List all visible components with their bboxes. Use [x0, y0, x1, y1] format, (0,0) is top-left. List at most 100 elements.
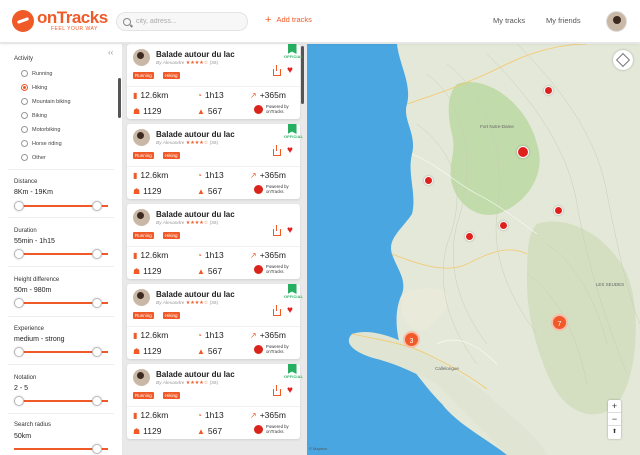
radio-icon[interactable]: [21, 126, 28, 133]
people-icon: ☗: [133, 106, 141, 116]
tag-hiking[interactable]: Hiking: [163, 232, 180, 239]
activity-other[interactable]: Other: [21, 154, 46, 161]
share-icon[interactable]: [273, 225, 281, 236]
track-card[interactable]: Balade autour du lac By Alexandre ★★★★☆ (…: [127, 124, 303, 199]
radius-slider[interactable]: [14, 443, 108, 455]
radio-icon[interactable]: [21, 70, 28, 77]
track-marker[interactable]: [499, 221, 508, 230]
slider-handle-min[interactable]: [14, 201, 24, 211]
slider-handle[interactable]: [92, 444, 102, 454]
track-card[interactable]: Balade autour du lac By Alexandre ★★★★☆ (…: [127, 204, 300, 279]
radio-icon[interactable]: [21, 98, 28, 105]
tag-hiking[interactable]: Hiking: [163, 392, 180, 399]
slider-handle-max[interactable]: [92, 249, 102, 259]
nav-my-friends[interactable]: My friends: [546, 16, 581, 25]
distance-slider[interactable]: [14, 200, 108, 212]
tag-running[interactable]: Running: [133, 392, 154, 399]
track-card[interactable]: Balade autour du lac By Alexandre ★★★★☆ (…: [127, 284, 303, 359]
author-avatar[interactable]: [133, 49, 150, 66]
duration-slider[interactable]: [14, 248, 108, 260]
cluster-marker[interactable]: 3: [403, 331, 420, 348]
layers-icon[interactable]: [613, 50, 633, 70]
slider-handle-min[interactable]: [14, 396, 24, 406]
zoom-out-button[interactable]: −: [608, 413, 621, 426]
heart-icon[interactable]: ♥: [287, 146, 293, 156]
zoom-in-button[interactable]: +: [608, 400, 621, 413]
slider-handle-max[interactable]: [92, 396, 102, 406]
author-avatar[interactable]: [133, 369, 150, 386]
user-avatar[interactable]: [606, 11, 627, 32]
collapse-sidebar-icon[interactable]: ‹‹: [108, 48, 113, 57]
share-icon[interactable]: [273, 65, 281, 76]
share-icon[interactable]: [273, 305, 281, 316]
tag-hiking[interactable]: Hiking: [163, 152, 180, 159]
track-marker[interactable]: [424, 176, 433, 185]
radius-label: Search radius: [14, 422, 52, 428]
add-tracks-button[interactable]: + Add tracks: [265, 14, 312, 25]
share-icon[interactable]: [273, 145, 281, 156]
author-avatar[interactable]: [133, 209, 150, 226]
filter-scrollbar[interactable]: [118, 78, 121, 118]
tag-running[interactable]: Running: [133, 312, 154, 319]
slider-handle-max[interactable]: [92, 347, 102, 357]
elevation-icon: ↗: [250, 330, 257, 340]
slider-handle-min[interactable]: [14, 249, 24, 259]
compass-button[interactable]: ⬆: [608, 426, 621, 439]
track-marker[interactable]: [465, 232, 474, 241]
track-marker-selected[interactable]: [517, 146, 529, 158]
radio-icon[interactable]: [21, 154, 28, 161]
activity-mountain-biking[interactable]: Mountain biking: [21, 98, 71, 105]
share-icon[interactable]: [273, 385, 281, 396]
bookmark-icon: [287, 284, 297, 294]
search-input[interactable]: [136, 18, 246, 25]
track-card[interactable]: Balade autour du lac By Alexandre ★★★★☆ (…: [127, 44, 303, 119]
logo[interactable]: onTracks FEEL YOUR WAY: [12, 9, 108, 32]
activity-running[interactable]: Running: [21, 70, 53, 77]
official-badge: OFFICIAL: [284, 284, 303, 299]
slider-handle-min[interactable]: [14, 298, 24, 308]
tag-running[interactable]: Running: [133, 72, 154, 79]
experience-slider[interactable]: [14, 346, 108, 358]
map-attribution[interactable]: © Mapbox: [309, 446, 327, 451]
activity-horse-riding[interactable]: Horse riding: [21, 140, 62, 147]
tag-running[interactable]: Running: [133, 152, 154, 159]
tag-hiking[interactable]: Hiking: [163, 312, 180, 319]
timer-icon: ◔: [197, 90, 202, 100]
nav-my-tracks[interactable]: My tracks: [493, 16, 525, 25]
stat-likes: ▲ 567: [197, 106, 223, 116]
heart-icon[interactable]: ♥: [287, 66, 293, 76]
track-title[interactable]: Balade autour du lac: [156, 370, 235, 379]
activity-hiking[interactable]: Hiking: [21, 84, 47, 91]
cluster-marker[interactable]: 7: [551, 314, 568, 331]
track-title[interactable]: Balade autour du lac: [156, 290, 235, 299]
tag-hiking[interactable]: Hiking: [163, 72, 180, 79]
experience-value: medium - strong: [14, 336, 65, 343]
slider-handle-min[interactable]: [14, 347, 24, 357]
slider-handle-max[interactable]: [92, 201, 102, 211]
map[interactable]: 3 7 Fort Notre-Dame LES SEUDES Callelong…: [307, 44, 640, 455]
divider: [8, 169, 114, 170]
search-box[interactable]: [116, 12, 248, 31]
heart-icon[interactable]: ♥: [287, 386, 293, 396]
author-avatar[interactable]: [133, 289, 150, 306]
tag-running[interactable]: Running: [133, 232, 154, 239]
heart-icon[interactable]: ♥: [287, 226, 293, 236]
activity-biking[interactable]: Biking: [21, 112, 47, 119]
height-slider[interactable]: [14, 297, 108, 309]
activity-motorbiking[interactable]: Motorbiking: [21, 126, 60, 133]
track-marker[interactable]: [544, 86, 553, 95]
author-avatar[interactable]: [133, 129, 150, 146]
divider: [8, 217, 114, 218]
track-card[interactable]: Balade autour du lac By Alexandre ★★★★☆ (…: [127, 364, 303, 439]
radio-icon[interactable]: [21, 140, 28, 147]
slider-handle-max[interactable]: [92, 298, 102, 308]
notation-slider[interactable]: [14, 395, 108, 407]
radio-selected-icon[interactable]: [21, 84, 28, 91]
people-icon: ☗: [133, 426, 141, 436]
radio-icon[interactable]: [21, 112, 28, 119]
track-marker[interactable]: [554, 206, 563, 215]
track-title[interactable]: Balade autour du lac: [156, 130, 235, 139]
heart-icon[interactable]: ♥: [287, 306, 293, 316]
track-title[interactable]: Balade autour du lac: [156, 50, 235, 59]
track-title[interactable]: Balade autour du lac: [156, 210, 235, 219]
